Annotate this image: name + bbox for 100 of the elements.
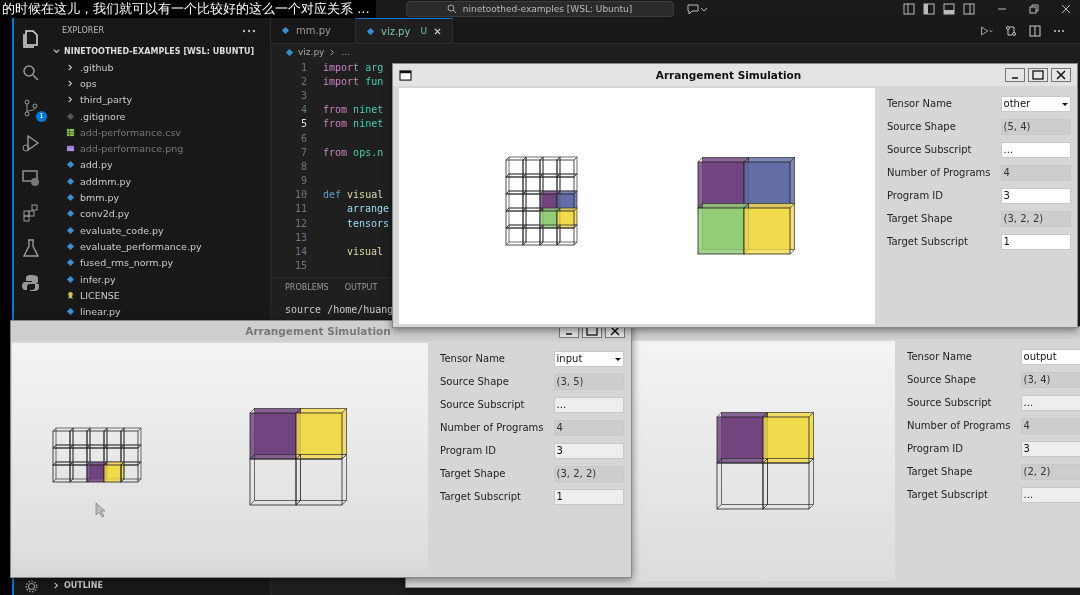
file-item[interactable]: add-performance.png [48, 140, 270, 157]
file-name: add-performance.csv [80, 126, 181, 138]
panel-tab[interactable]: OUTPUT [344, 283, 378, 293]
line-number: 1 [299, 61, 307, 73]
file-name: linear.py [80, 306, 121, 318]
readonly-field: (2, 2) [1020, 463, 1080, 480]
line-number: 7 [299, 146, 307, 158]
field-label: Tensor Name [440, 353, 506, 364]
readonly-field: (3, 2, 2) [553, 465, 624, 482]
close-icon[interactable] [433, 26, 442, 36]
file-item[interactable]: LICENSE [48, 287, 270, 304]
split-layout-icon[interactable] [962, 3, 976, 15]
input-field[interactable]: ... [1020, 394, 1080, 411]
input-field[interactable]: 1 [553, 488, 624, 505]
file-name: ops [80, 77, 97, 89]
readonly-field: (3, 5) [553, 373, 624, 390]
input-field[interactable]: 3 [553, 442, 624, 459]
line-number: 11 [293, 203, 307, 215]
input-field[interactable]: 3 [1000, 187, 1071, 204]
input-field[interactable]: 1 [1000, 233, 1071, 250]
chat-icon[interactable] [685, 3, 708, 15]
breadcrumb-item[interactable]: ... [341, 47, 351, 57]
file-name: add-performance.png [80, 143, 184, 155]
line-number: 14 [293, 246, 307, 258]
remote-explorer-icon[interactable] [21, 168, 41, 188]
file-item[interactable]: fused_rms_norm.py [48, 254, 270, 271]
tab-label: viz.py [381, 25, 411, 37]
input-field[interactable]: 3 [1020, 440, 1080, 457]
code-line: visual [347, 246, 384, 258]
run-icon[interactable] [980, 24, 994, 37]
panel-tab[interactable]: PROBLEMS [285, 283, 329, 293]
field-label: Source Subscript [440, 399, 525, 410]
readonly-field: (3, 4) [1020, 371, 1080, 388]
line-number: 3 [299, 89, 307, 101]
panel-toggle-icon[interactable] [942, 3, 956, 15]
file-item[interactable]: addmm.py [48, 173, 270, 190]
file-item[interactable]: conv2d.py [48, 205, 270, 222]
folder-item[interactable]: .github [48, 59, 270, 76]
code-line: arrange [347, 203, 390, 215]
input-field[interactable]: ... [553, 396, 624, 413]
untracked-status-label: U [420, 26, 427, 36]
input-field[interactable]: ... [1020, 486, 1080, 503]
field-label: Source Subscript [887, 144, 972, 155]
maximize-button[interactable] [1028, 68, 1048, 82]
split-editor-icon[interactable] [1028, 24, 1042, 37]
code-line: from ninet [323, 118, 384, 130]
file-item[interactable]: evaluate_performance.py [48, 238, 270, 255]
sidebar-toggle-icon[interactable] [922, 3, 936, 15]
python-file-icon [366, 26, 375, 36]
field-label: Target Shape [440, 468, 506, 479]
files-icon[interactable] [21, 28, 41, 48]
window-title: Arrangement Simulation [244, 325, 392, 337]
compare-icon[interactable] [1004, 24, 1018, 37]
layout-icon[interactable] [902, 3, 916, 15]
line-number: 9 [299, 175, 307, 187]
file-item[interactable]: add.py [48, 156, 270, 174]
chevron-icon [52, 580, 61, 590]
line-number: 10 [293, 189, 307, 201]
dropdown[interactable]: output [1020, 348, 1080, 365]
source-control-icon[interactable] [21, 98, 41, 118]
project-header[interactable]: NINETOOTHED-EXAMPLES [WSL: UBUNTU] [48, 43, 270, 59]
minimize-button[interactable] [1005, 68, 1025, 82]
search-icon[interactable] [21, 63, 41, 83]
search-icon [446, 4, 457, 14]
more-icon[interactable] [242, 28, 256, 33]
editor-tab[interactable]: viz.py U [356, 18, 453, 43]
file-item[interactable]: evaluate_code.py [48, 221, 270, 239]
file-item[interactable]: infer.py [48, 270, 270, 288]
settings-icon[interactable] [23, 579, 39, 594]
extensions-icon[interactable] [21, 203, 41, 223]
readonly-field: (5, 4) [1000, 118, 1071, 135]
image-file-icon [66, 144, 75, 154]
file-name: third_party [80, 94, 132, 106]
code-line: from ninet [323, 104, 384, 116]
field-label: Number of Programs [887, 167, 991, 178]
flask-icon[interactable] [21, 238, 41, 258]
file-name: add.py [80, 159, 113, 171]
breadcrumb-item[interactable]: viz.py [298, 47, 325, 57]
python-file-icon [66, 307, 75, 317]
file-item[interactable]: .gitignore [48, 107, 270, 125]
close-button[interactable] [1051, 68, 1071, 82]
python-icon[interactable] [21, 273, 41, 293]
diamond-icon [66, 111, 75, 121]
file-name: LICENSE [80, 289, 120, 301]
dropdown[interactable]: other [1000, 95, 1071, 112]
folder-item[interactable]: ops [48, 75, 270, 92]
file-item[interactable]: add-performance.csv [48, 124, 270, 141]
mouse-pointer-icon [95, 502, 106, 518]
dropdown[interactable]: input [553, 350, 624, 367]
restore-icon[interactable] [1028, 3, 1040, 15]
file-name: evaluate_performance.py [80, 240, 202, 252]
folder-item[interactable]: third_party [48, 91, 270, 108]
file-item[interactable]: bmm.py [48, 189, 270, 206]
close-icon[interactable] [1060, 3, 1072, 15]
file-name: .gitignore [80, 110, 126, 122]
search-field[interactable]: ninetoothed-examples [WSL: Ubuntu] [405, 1, 674, 17]
file-item[interactable]: linear.py [48, 303, 270, 320]
input-field[interactable]: ... [1000, 141, 1071, 158]
line-number: 4 [299, 104, 307, 116]
run-debug-icon[interactable] [21, 133, 41, 153]
